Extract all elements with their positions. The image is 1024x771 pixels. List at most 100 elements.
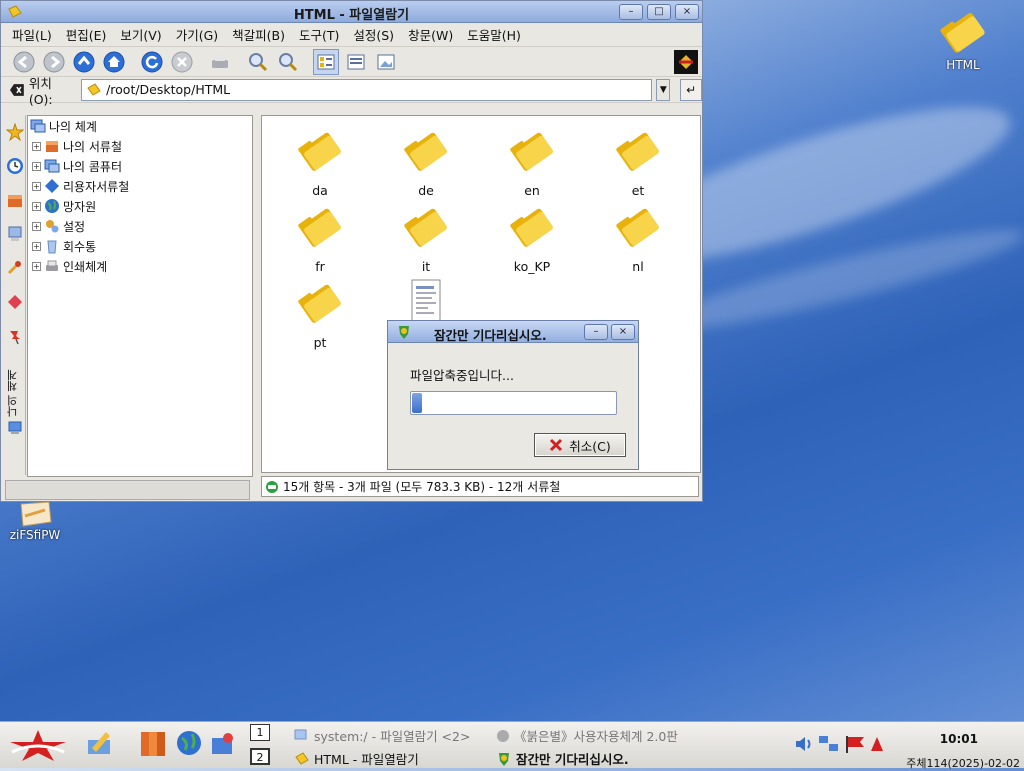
menu-view[interactable]: 보기(V) — [113, 25, 168, 44]
menu-window[interactable]: 창문(W) — [401, 25, 460, 44]
location-dropdown-button[interactable]: ▼ — [656, 78, 671, 101]
expand-icon[interactable]: + — [32, 141, 41, 151]
zoom-out-button[interactable] — [275, 49, 301, 75]
tree-item[interactable]: + 리용자서류철 — [28, 176, 252, 196]
start-menu-button[interactable] — [8, 728, 68, 762]
menu-file[interactable]: 파일(L) — [5, 25, 59, 44]
computer-icon — [44, 159, 60, 173]
image-view-icon — [377, 54, 395, 69]
tree-item[interactable]: + 회수통 — [28, 236, 252, 256]
binder-icon — [141, 732, 165, 756]
printer-icon — [212, 54, 228, 68]
folder-item[interactable]: it — [376, 202, 476, 274]
sidebar-tab-tools[interactable] — [4, 251, 25, 285]
desktop-icon-zip[interactable]: ziFSfiPW — [0, 500, 70, 542]
desktop-1-button[interactable]: 1 — [250, 724, 270, 741]
task-item[interactable]: system:/ - 파일열람기 <2> — [294, 726, 470, 745]
desktop-icon-html[interactable]: HTML — [928, 6, 998, 72]
tree-item[interactable]: + 나의 콤퓨터 — [28, 156, 252, 176]
expand-icon[interactable]: + — [32, 261, 41, 271]
folder-item[interactable]: de — [376, 126, 476, 198]
quicklaunch-browser[interactable] — [176, 730, 202, 759]
expand-icon[interactable]: + — [32, 241, 41, 251]
folder-item[interactable]: en — [482, 126, 582, 198]
star-icon — [5, 123, 24, 141]
window-titlebar[interactable]: HTML - 파일열람기 – □ × — [1, 1, 702, 23]
system-tray — [794, 734, 884, 754]
trash-icon — [47, 240, 57, 254]
stop-button[interactable] — [169, 49, 195, 75]
expand-icon[interactable]: + — [32, 181, 41, 191]
clock[interactable]: 10:01 — [940, 732, 978, 746]
zoom-in-button[interactable] — [245, 49, 271, 75]
folder-item[interactable]: et — [588, 126, 688, 198]
clear-location-icon[interactable] — [9, 83, 25, 97]
sidebar-tab-computer[interactable] — [4, 217, 25, 251]
task-item[interactable]: 《붉은별》사용자용체계 2.0판 — [496, 726, 684, 745]
up-button[interactable] — [71, 49, 97, 75]
folder-item[interactable]: nl — [588, 202, 688, 274]
menu-tools[interactable]: 도구(T) — [292, 25, 346, 44]
tree-item-label: 리용자서류철 — [63, 179, 130, 194]
menu-help[interactable]: 도움말(H) — [460, 25, 528, 44]
sidebar-vertical-label[interactable]: 나의 체계 — [5, 357, 25, 418]
preview-view-button[interactable] — [373, 49, 399, 75]
maximize-button[interactable]: □ — [647, 4, 671, 20]
menu-settings[interactable]: 설정(S) — [346, 25, 401, 44]
quicklaunch-files[interactable] — [138, 728, 168, 761]
tree-item[interactable]: + 설정 — [28, 216, 252, 236]
reload-button[interactable] — [139, 49, 165, 75]
tree-root[interactable]: 나의 체계 — [28, 116, 252, 136]
expand-icon[interactable]: + — [32, 221, 41, 231]
sidebar-tab-bookmarks[interactable] — [4, 115, 25, 149]
toolbar — [1, 47, 702, 77]
folder-item[interactable]: da — [270, 126, 370, 198]
icon-view-button[interactable] — [313, 48, 339, 75]
alert-icon[interactable] — [870, 736, 884, 752]
progress-bar — [410, 391, 617, 415]
panel-splitter[interactable] — [253, 115, 259, 477]
network-icon[interactable] — [818, 734, 840, 754]
folder-icon — [87, 82, 101, 96]
print-button[interactable] — [207, 49, 233, 75]
back-arrow-icon — [13, 51, 35, 72]
minimize-button[interactable]: – — [619, 4, 643, 20]
menu-bookmarks[interactable]: 책갈피(B) — [225, 25, 292, 44]
volume-icon[interactable] — [794, 734, 814, 754]
sidebar-tab-pin[interactable] — [4, 319, 25, 353]
detail-view-button[interactable] — [343, 49, 369, 75]
task-item-active[interactable]: 잠간만 기다리십시오. — [496, 749, 629, 768]
menu-go[interactable]: 가기(G) — [169, 25, 225, 44]
tree-item[interactable]: + 망자원 — [28, 196, 252, 216]
location-input[interactable]: /root/Desktop/HTML — [81, 78, 653, 101]
close-button[interactable]: × — [675, 4, 699, 20]
folder-icon — [298, 208, 341, 247]
flag-icon[interactable] — [844, 734, 866, 754]
dialog-minimize-button[interactable]: – — [584, 324, 608, 340]
dialog-close-button[interactable]: × — [611, 324, 635, 340]
sidebar-tab-documents[interactable] — [4, 183, 25, 217]
location-go-button[interactable]: ↵ — [680, 78, 702, 101]
forward-button[interactable] — [41, 49, 67, 75]
back-button[interactable] — [11, 49, 37, 75]
expand-icon[interactable]: + — [32, 201, 41, 211]
expand-icon[interactable]: + — [32, 161, 41, 171]
tree-item[interactable]: + 인쇄체계 — [28, 256, 252, 276]
cancel-button[interactable]: 취소(C) — [534, 433, 626, 457]
folder-item[interactable]: ko_KP — [482, 202, 582, 274]
home-button[interactable] — [101, 49, 127, 75]
desktop-2-button[interactable]: 2 — [250, 748, 270, 765]
folder-item[interactable]: pt — [270, 278, 370, 350]
task-item[interactable]: HTML - 파일열람기 — [294, 749, 419, 768]
sidebar-tab-tags[interactable] — [4, 285, 25, 319]
quicklaunch-editor[interactable] — [84, 728, 114, 761]
sidebar-tab-history[interactable] — [4, 149, 25, 183]
quicklaunch-media[interactable] — [208, 730, 236, 761]
dialog-titlebar[interactable]: 잠간만 기다리십시오. – × — [388, 321, 638, 343]
sidebar-tab-system[interactable] — [4, 417, 25, 439]
zoom-in-icon — [249, 52, 268, 71]
folder-item[interactable]: fr — [270, 202, 370, 274]
tree-item[interactable]: + 나의 서류철 — [28, 136, 252, 156]
tree-item-label: 나의 콤퓨터 — [63, 159, 123, 174]
menu-edit[interactable]: 편집(E) — [59, 25, 114, 44]
